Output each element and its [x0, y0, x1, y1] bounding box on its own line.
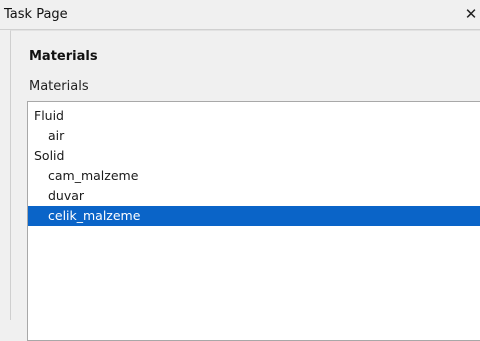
materials-list[interactable]: Fluid air Solid cam_malzeme duvar celik_…	[27, 101, 480, 341]
list-item-celik-malzeme[interactable]: celik_malzeme	[28, 206, 480, 226]
section-heading: Materials	[29, 49, 98, 64]
materials-panel: Materials Materials Fluid air Solid cam_…	[10, 30, 480, 341]
title-bar: Task Page ✕	[0, 0, 480, 30]
list-item-solid[interactable]: Solid	[28, 146, 480, 166]
close-icon[interactable]: ✕	[464, 6, 478, 22]
group-label: Materials	[29, 79, 89, 94]
window-title: Task Page	[4, 7, 68, 22]
list-item-fluid[interactable]: Fluid	[28, 106, 480, 126]
list-item-cam-malzeme[interactable]: cam_malzeme	[28, 166, 480, 186]
list-item-duvar[interactable]: duvar	[28, 186, 480, 206]
list-item-air[interactable]: air	[28, 126, 480, 146]
